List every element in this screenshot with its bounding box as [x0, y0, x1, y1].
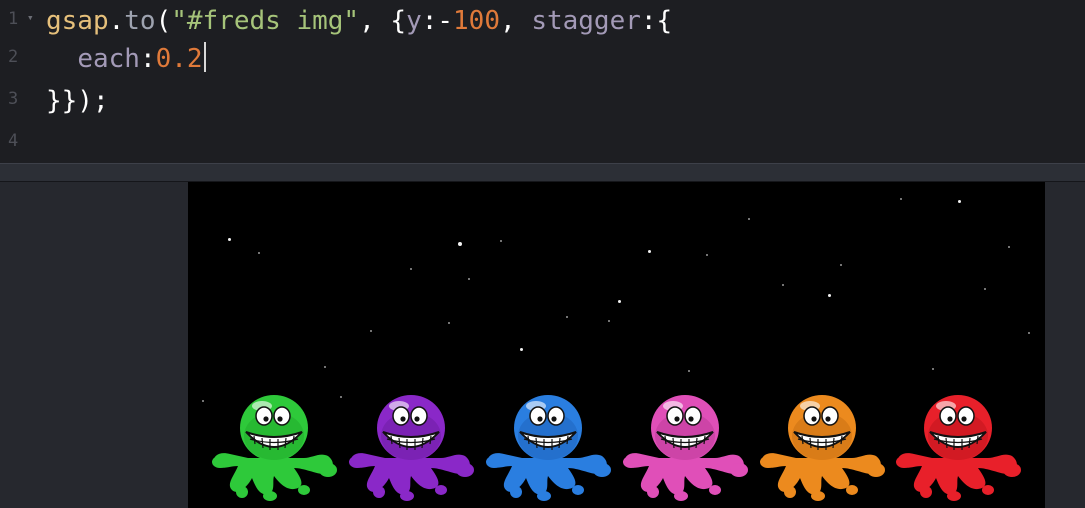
code-token: stagger	[531, 6, 641, 36]
code-text[interactable]: each:0.2	[46, 40, 206, 78]
star	[458, 242, 462, 246]
text-cursor	[203, 42, 206, 72]
fred-blue	[486, 395, 611, 501]
fred-orange	[760, 395, 885, 501]
code-line[interactable]: 2 each:0.2	[0, 40, 1085, 80]
code-editor[interactable]: 1 ▾ gsap.to("#freds img", {y:-100, stagg…	[0, 0, 1085, 163]
star	[782, 284, 784, 286]
star	[468, 278, 470, 280]
code-token: }});	[46, 86, 109, 116]
star	[324, 366, 326, 368]
fred-green	[212, 395, 337, 501]
line-number: 4	[8, 131, 19, 151]
star	[410, 268, 412, 270]
line-number: 3	[8, 89, 19, 109]
code-token: to	[124, 6, 156, 36]
code-token: each	[77, 44, 140, 74]
code-line[interactable]: 3 }});	[0, 82, 1085, 122]
star	[202, 400, 204, 402]
star	[748, 218, 750, 220]
star	[958, 200, 961, 203]
star	[520, 348, 523, 351]
star	[828, 294, 831, 297]
preview-stage	[188, 182, 1045, 508]
code-token: :-	[421, 6, 454, 36]
star	[448, 322, 450, 324]
code-token: :	[139, 44, 156, 74]
line-number: 2	[8, 47, 19, 67]
star	[984, 288, 986, 290]
code-token: 100	[453, 6, 500, 36]
star	[566, 316, 568, 318]
code-token: ,	[500, 6, 532, 36]
star	[500, 240, 502, 242]
fred-pink	[623, 395, 748, 501]
star	[370, 330, 372, 332]
star	[608, 320, 610, 322]
star	[228, 238, 231, 241]
star	[688, 370, 690, 372]
code-line[interactable]: 1 ▾ gsap.to("#freds img", {y:-100, stagg…	[0, 2, 1085, 42]
code-text[interactable]: gsap.to("#freds img", {y:-100, stagger:{	[46, 2, 672, 40]
star	[618, 300, 621, 303]
panel-resize-handle[interactable]	[0, 163, 1085, 182]
code-token: y	[406, 6, 422, 36]
code-token: 0.2	[155, 44, 203, 74]
code-token: "#freds img"	[171, 6, 360, 36]
star	[1028, 332, 1030, 334]
line-number: 1	[8, 9, 19, 29]
code-token: .	[108, 6, 125, 36]
fred-purple	[349, 395, 474, 501]
fred-red	[896, 395, 1021, 501]
code-token: , {	[359, 6, 407, 36]
fold-arrow-icon[interactable]: ▾	[27, 11, 34, 24]
star	[840, 264, 842, 266]
code-line[interactable]: 4	[0, 124, 1085, 164]
star	[648, 250, 651, 253]
star	[706, 254, 708, 256]
code-token: :{	[640, 6, 673, 36]
code-token: gsap	[46, 6, 109, 36]
star	[1008, 246, 1010, 248]
code-token: (	[155, 6, 172, 36]
star	[258, 252, 260, 254]
star	[900, 198, 902, 200]
code-text[interactable]: }});	[46, 82, 109, 120]
star	[932, 368, 934, 370]
